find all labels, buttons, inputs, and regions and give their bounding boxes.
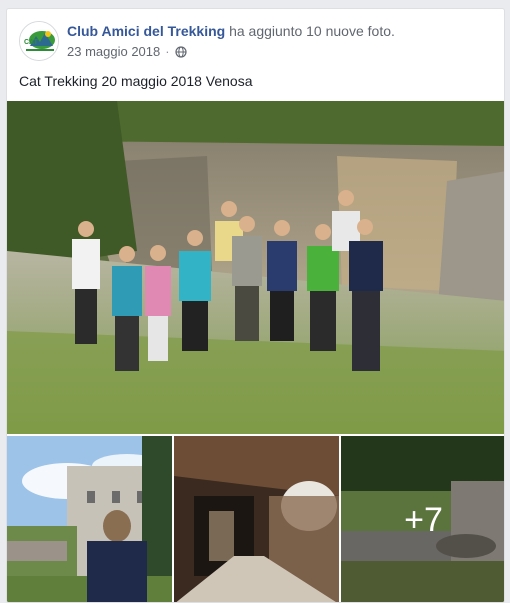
photo-thumbnail-1[interactable] (7, 436, 172, 602)
globe-icon[interactable] (174, 45, 187, 58)
post-meta: 23 maggio 2018 · (67, 44, 187, 59)
club-logo-icon: CAT (20, 22, 58, 60)
post-message: Cat Trekking 20 maggio 2018 Venosa (19, 73, 253, 89)
more-photos-count: +7 (404, 500, 443, 539)
author-line: Club Amici del Trekking ha aggiunto 10 n… (67, 23, 395, 39)
photo-thumbnail-2[interactable] (174, 436, 339, 602)
author-name-link[interactable]: Club Amici del Trekking (67, 23, 225, 39)
main-photo[interactable] (7, 101, 504, 434)
post-header: CAT Club Amici del Trekking ha aggiunto … (19, 21, 492, 65)
post-card: CAT Club Amici del Trekking ha aggiunto … (6, 8, 505, 603)
page-avatar[interactable]: CAT (19, 21, 59, 61)
avatar-label: CAT (24, 39, 39, 46)
more-photos-overlay[interactable]: +7 (341, 436, 504, 602)
post-action-text: ha aggiunto 10 nuove foto. (229, 23, 395, 39)
post-date-link[interactable]: 23 maggio 2018 (67, 44, 160, 59)
meta-separator: · (165, 44, 170, 59)
photo-thumbnail-3[interactable]: +7 (341, 436, 504, 602)
